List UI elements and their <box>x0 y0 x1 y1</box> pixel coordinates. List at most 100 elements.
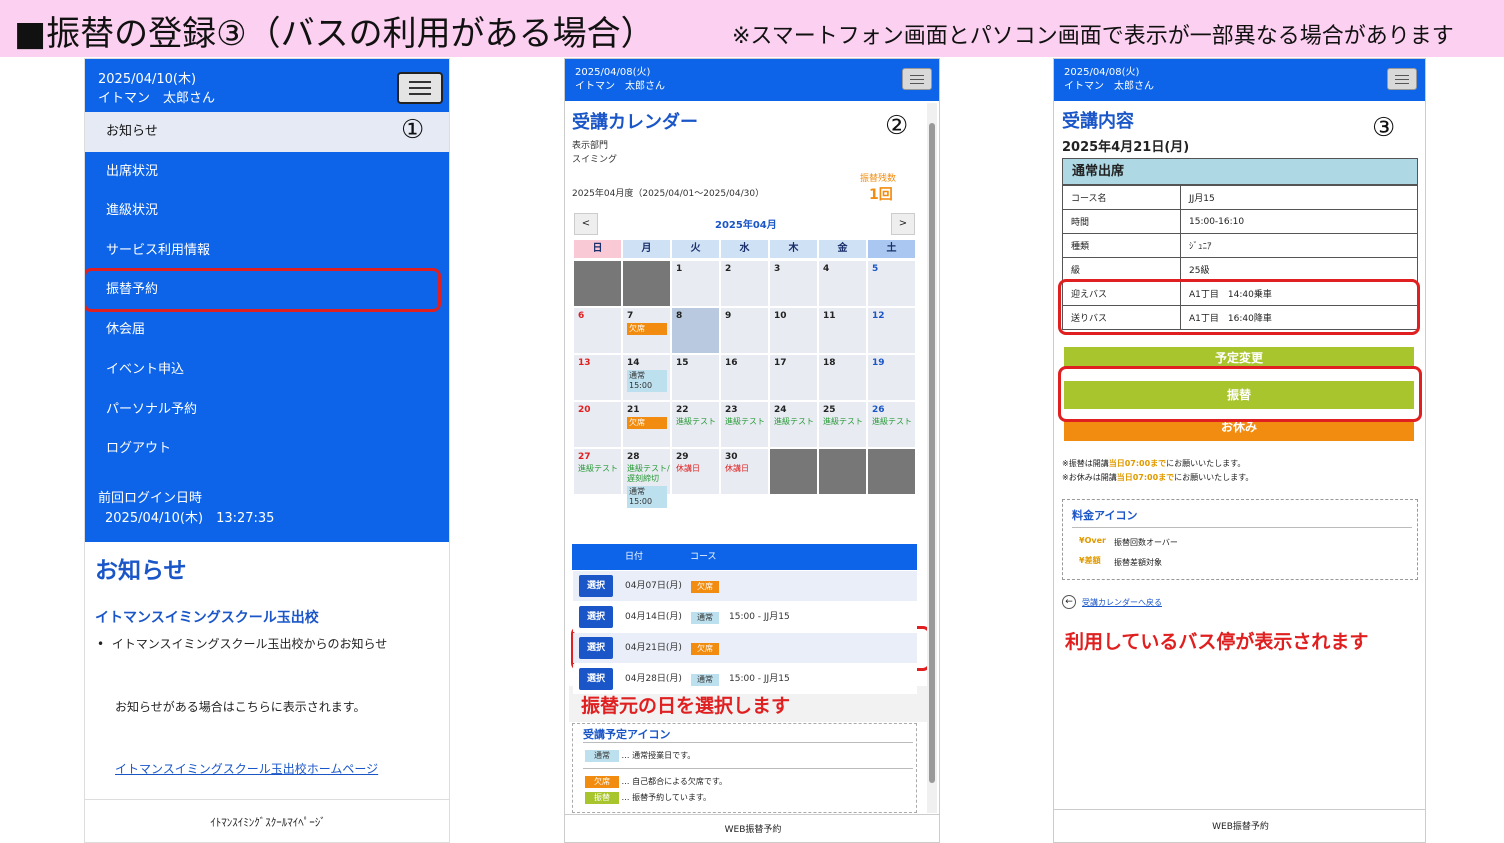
calendar-day[interactable]: 11 <box>819 308 866 353</box>
menu-item-progress[interactable]: 進級状況 <box>85 191 449 231</box>
session-tag: 欠席 <box>691 581 719 593</box>
select-button[interactable]: 選択 <box>579 575 613 597</box>
day-number: 10 <box>774 311 787 321</box>
legend-tag: 通常 <box>585 750 619 762</box>
legend-tag: 振替 <box>585 792 619 804</box>
legend-row: 振替 … 振替予約しています。 <box>585 790 711 804</box>
lesson-row: 時間 15:00-16:10 <box>1062 209 1418 234</box>
back-link[interactable]: 受講カレンダーへ戻る <box>1082 597 1162 608</box>
calendar-day[interactable]: 7 欠席 <box>623 308 670 353</box>
calendar-day[interactable]: 28 進級テスト/遅刻締切通常 15:00 <box>623 449 670 508</box>
day-number: 17 <box>774 358 787 368</box>
footer: WEB振替予約 <box>1054 809 1425 842</box>
hamburger-menu-button[interactable] <box>902 68 932 90</box>
note-transfer: ※振替は開講当日07:00までにお願いいたします。 <box>1062 458 1245 469</box>
calendar-day[interactable]: 29 休講日 <box>672 449 719 494</box>
menu-item-attendance[interactable]: 出席状況 <box>85 152 449 192</box>
menu-item-logout[interactable]: ログアウト <box>85 429 449 469</box>
difference-icon: ¥差額 <box>1079 556 1101 565</box>
homepage-link[interactable]: イトマンスイミングスクール玉出校ホームページ <box>115 760 378 777</box>
calendar-day[interactable]: 23 進級テスト <box>721 402 768 447</box>
hamburger-menu-button[interactable] <box>1387 68 1417 90</box>
prev-month-button[interactable]: < <box>574 213 598 235</box>
hamburger-menu-button[interactable] <box>397 72 443 104</box>
session-course: 15:00 - JJ月15 <box>729 612 790 622</box>
calendar-day[interactable]: 6 <box>574 308 621 353</box>
session-row: 選択 04月21日(月) 欠席 <box>573 633 917 663</box>
lesson-key: 級 <box>1062 257 1181 282</box>
select-button[interactable]: 選択 <box>579 606 613 628</box>
month-label: 2025年04月 <box>715 220 777 231</box>
calendar-day[interactable]: 21 欠席 <box>623 402 670 447</box>
session-date: 04月28日(月) <box>625 674 682 684</box>
menu-item-leave[interactable]: 休会届 <box>85 310 449 350</box>
calendar-day[interactable]: 9 <box>721 308 768 353</box>
screen-2: 2025/04/08(火) イトマン 太郎さん 受講カレンダー ② 表示部門 ス… <box>564 58 940 843</box>
next-month-button[interactable]: > <box>891 213 915 235</box>
calendar-day[interactable]: 19 <box>868 355 915 400</box>
session-row: 選択 04月07日(月) 欠席 <box>573 571 917 601</box>
calendar-day[interactable]: 13 <box>574 355 621 400</box>
scrollbar[interactable] <box>927 103 937 813</box>
calendar-day[interactable]: 22 進級テスト <box>672 402 719 447</box>
calendar-day[interactable]: 14 通常 15:00 <box>623 355 670 400</box>
session-date: 04月07日(月) <box>625 581 682 591</box>
step-number: ② <box>885 111 909 141</box>
header-date: 2025/04/08(火) <box>1064 67 1140 78</box>
day-number: 24 <box>774 405 787 415</box>
lesson-value: 25級 <box>1180 257 1418 282</box>
menu-item-personal[interactable]: パーソナル予約 <box>85 390 449 430</box>
calendar-day[interactable]: 1 <box>672 261 719 306</box>
day-number: 26 <box>872 405 885 415</box>
day-tag: 進級テスト <box>725 417 765 426</box>
day-number: 30 <box>725 452 738 462</box>
header: 2025/04/08(火) イトマン 太郎さん <box>1054 59 1425 101</box>
over-icon-label: Over <box>1084 536 1106 545</box>
calendar-day[interactable]: 30 休講日 <box>721 449 768 494</box>
menu-item-news[interactable]: お知らせ <box>85 112 449 152</box>
calendar-day[interactable]: 3 <box>770 261 817 306</box>
highlight-box <box>85 268 441 312</box>
session-tag: 通常 <box>691 674 719 686</box>
lesson-row: 級 25級 <box>1062 257 1418 282</box>
calendar-day[interactable]: 25 進級テスト <box>819 402 866 447</box>
calendar-day[interactable]: 12 <box>868 308 915 353</box>
menu-item-event[interactable]: イベント申込 <box>85 350 449 390</box>
page-title: ■振替の登録③（バスの利用がある場合） <box>14 14 655 54</box>
scrollbar-thumb[interactable] <box>929 123 935 783</box>
notice-heading: お知らせ <box>95 558 187 584</box>
calendar-day[interactable]: 24 進級テスト <box>770 402 817 447</box>
calendar-day[interactable]: 4 <box>819 261 866 306</box>
menu-item-service-info[interactable]: サービス利用情報 <box>85 231 449 271</box>
calendar-day[interactable]: 5 <box>868 261 915 306</box>
day-tag: 進級テスト <box>578 464 618 473</box>
calendar-day[interactable]: 18 <box>819 355 866 400</box>
calendar-heading: 受講カレンダー <box>572 112 698 133</box>
lesson-row: コース名 JJ月15 <box>1062 185 1418 210</box>
select-button[interactable]: 選択 <box>579 668 613 690</box>
day-number: 27 <box>578 452 591 462</box>
calendar-day[interactable]: 17 <box>770 355 817 400</box>
caption: 振替元の日を選択します <box>581 695 791 717</box>
last-login: 前回ログイン日時 2025/04/10(木) 13:27:35 <box>98 489 274 529</box>
list-header-date: 日付 <box>625 552 644 562</box>
back-arrow-icon[interactable]: ← <box>1062 595 1076 609</box>
lesson-key: 時間 <box>1062 209 1181 234</box>
step-number: ③ <box>1372 113 1396 143</box>
lesson-key: コース名 <box>1062 185 1181 210</box>
rest-button[interactable]: お休み <box>1064 419 1414 441</box>
calendar-day[interactable]: 27 進級テスト <box>574 449 621 494</box>
calendar-day[interactable]: 20 <box>574 402 621 447</box>
calendar-day[interactable]: 2 <box>721 261 768 306</box>
footer: WEB振替予約 <box>565 814 939 842</box>
calendar-day[interactable]: 16 <box>721 355 768 400</box>
calendar-day[interactable]: 26 進級テスト <box>868 402 915 447</box>
divider <box>583 742 913 743</box>
calendar-day[interactable]: 15 <box>672 355 719 400</box>
lesson-key: 種類 <box>1062 233 1181 258</box>
fee-difference-text: 振替差額対象 <box>1114 558 1162 567</box>
header: 2025/04/08(火) イトマン 太郎さん <box>565 59 939 101</box>
calendar-day[interactable]: 10 <box>770 308 817 353</box>
select-button[interactable]: 選択 <box>579 637 613 659</box>
calendar-day[interactable]: 8 <box>672 308 719 353</box>
